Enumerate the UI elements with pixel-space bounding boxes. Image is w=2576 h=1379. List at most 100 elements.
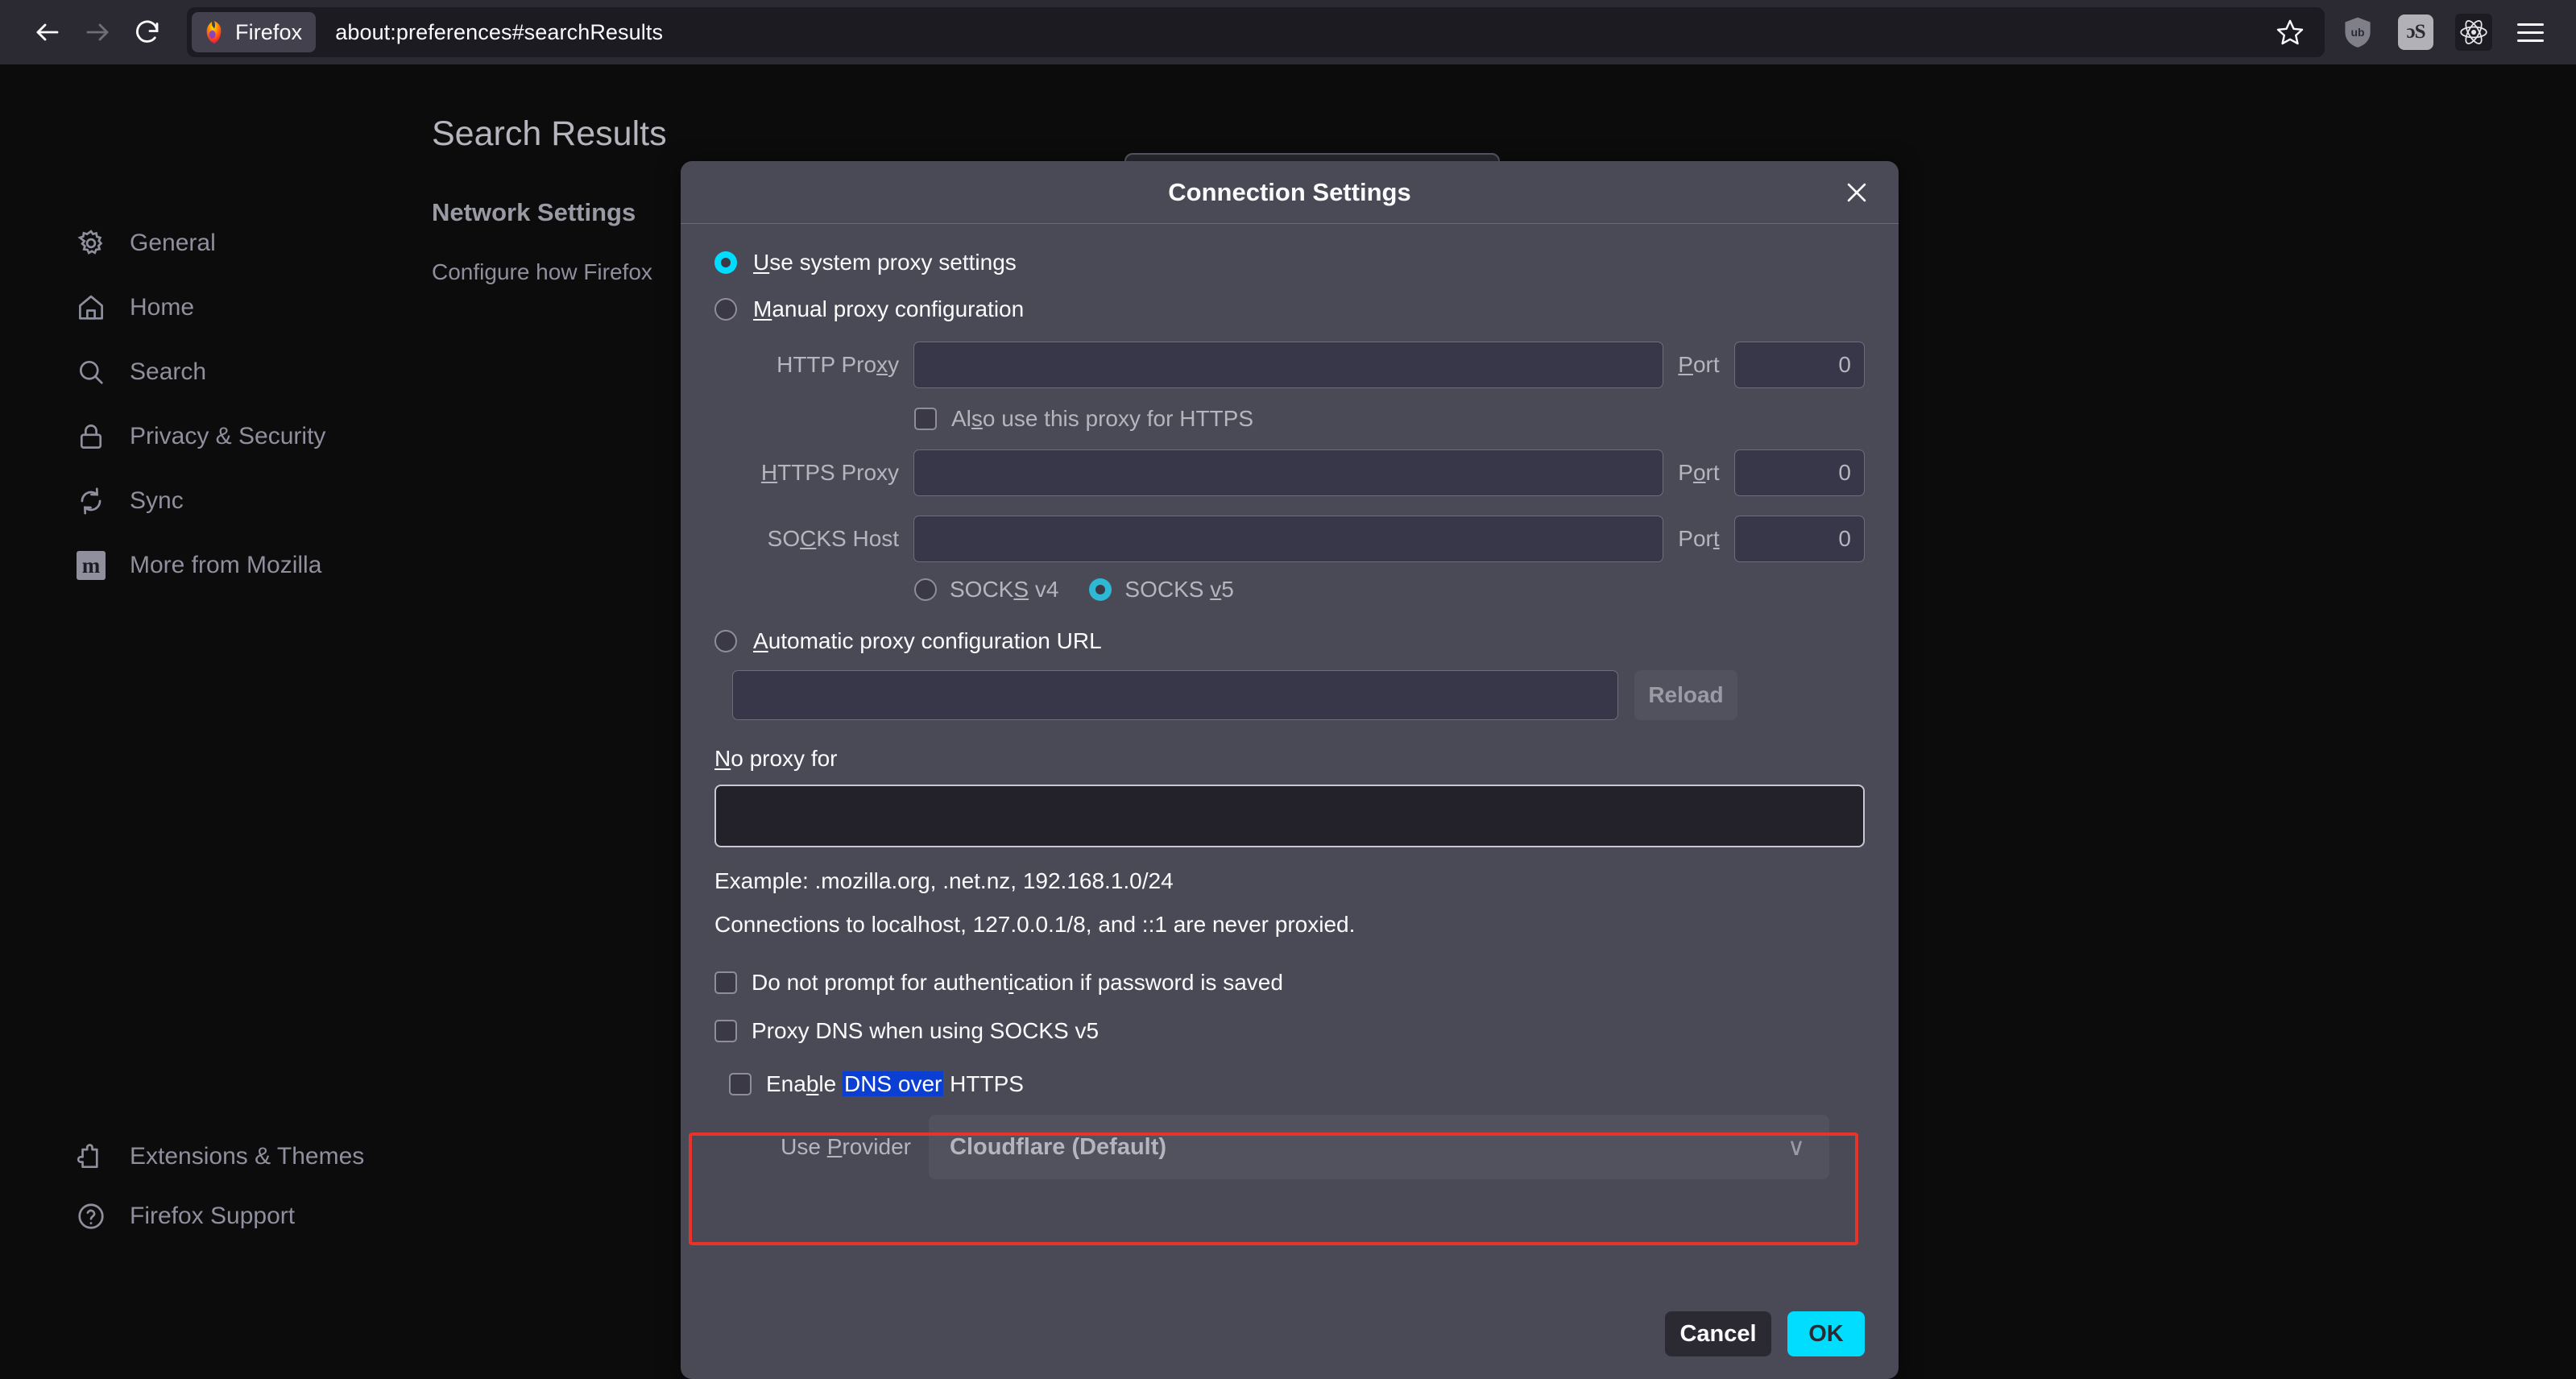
- sidebar-item-label: Firefox Support: [130, 1203, 296, 1229]
- page-title: Search Results: [432, 114, 667, 153]
- socks-port-label: Port: [1678, 526, 1720, 551]
- sidebar-item-more-from-mozilla[interactable]: m More from Mozilla: [0, 541, 419, 590]
- hint-example: Example: .mozilla.org, .net.nz, 192.168.…: [714, 868, 1174, 893]
- checkbox-label-also-https: Also use this proxy for HTTPS: [951, 406, 1254, 431]
- section-heading-network-settings: Network Settings: [432, 198, 636, 226]
- checkbox-row-no-prompt-auth[interactable]: Do not prompt for authentication if pass…: [714, 970, 1865, 996]
- socks-port-input[interactable]: 0: [1733, 516, 1865, 562]
- sidebar-item-label: Privacy & Security: [130, 423, 326, 449]
- sidebar-item-search[interactable]: Search: [0, 348, 419, 396]
- react-atom-icon: [2455, 14, 2492, 51]
- atom-icon: [2460, 20, 2487, 44]
- lock-icon: [74, 420, 108, 453]
- arrow-left-icon: [36, 23, 59, 41]
- bookmark-button[interactable]: [2267, 9, 2313, 56]
- site-chip-label: Firefox: [235, 19, 303, 44]
- preferences-page: General Home Search Privacy & Security S…: [0, 64, 2576, 1379]
- app-menu-button[interactable]: [2507, 9, 2553, 56]
- checkbox-enable-dns-over-https[interactable]: [729, 1073, 752, 1095]
- field-row-http-proxy: HTTP Proxy Port 0: [714, 342, 1865, 388]
- selected-text-dns-over: DNS over: [842, 1071, 944, 1096]
- lastfm-icon: ɔS: [2398, 14, 2433, 50]
- radio-manual-proxy[interactable]: [714, 298, 737, 321]
- home-icon: [74, 291, 108, 325]
- radio-auto-proxy-config-url[interactable]: [714, 630, 737, 652]
- dialog-body: Use system proxy settings Manual proxy c…: [681, 250, 1899, 1179]
- arrow-right-icon: [86, 23, 109, 41]
- back-button[interactable]: [23, 7, 72, 57]
- sidebar-item-label: Extensions & Themes: [130, 1143, 365, 1170]
- field-row-pac-url: Reload: [732, 670, 1865, 720]
- field-row-socks-host: SOCKS Host Port 0: [714, 516, 1865, 562]
- checkbox-label-no-prompt-auth: Do not prompt for authentication if pass…: [752, 970, 1283, 995]
- firefox-logo-icon: [206, 20, 222, 44]
- provider-row: Use Provider Cloudflare (Default) ∨: [714, 1115, 1865, 1179]
- sidebar-item-label: Sync: [130, 487, 184, 514]
- cancel-button[interactable]: Cancel: [1665, 1311, 1771, 1356]
- chevron-down-icon: ∨: [1787, 1133, 1805, 1161]
- hint-localhost: Connections to localhost, 127.0.0.1/8, a…: [714, 912, 1356, 937]
- sync-icon: [74, 484, 108, 518]
- radio-use-system-proxy[interactable]: [714, 251, 737, 274]
- https-port-input[interactable]: 0: [1733, 449, 1865, 496]
- reload-button[interactable]: Reload: [1634, 670, 1737, 720]
- radio-socks-v5[interactable]: [1089, 578, 1112, 601]
- question-circle-icon: [74, 1199, 108, 1233]
- sidebar-item-firefox-support[interactable]: Firefox Support: [0, 1192, 419, 1240]
- http-port-input[interactable]: 0: [1733, 342, 1865, 388]
- checkbox-label-enable-doh: Enable DNS over HTTPS: [766, 1071, 1024, 1096]
- sidebar-item-sync[interactable]: Sync: [0, 477, 419, 525]
- site-identity-chip[interactable]: Firefox: [192, 12, 317, 52]
- reload-button[interactable]: [122, 7, 172, 57]
- sidebar-item-general[interactable]: General: [0, 219, 419, 267]
- no-proxy-textarea[interactable]: [714, 785, 1865, 847]
- ok-button[interactable]: OK: [1787, 1311, 1865, 1356]
- provider-selected-value: Cloudflare (Default): [950, 1133, 1167, 1160]
- sidebar-item-label: More from Mozilla: [130, 552, 322, 578]
- https-proxy-label: HTTPS Proxy: [760, 460, 900, 485]
- checkbox-row-proxy-dns-socks5[interactable]: Proxy DNS when using SOCKS v5: [714, 1018, 1865, 1044]
- http-proxy-input[interactable]: [913, 342, 1664, 388]
- https-proxy-input[interactable]: [913, 449, 1664, 496]
- checkbox-also-use-proxy-https[interactable]: [914, 408, 937, 430]
- radio-row-manual-proxy[interactable]: Manual proxy configuration: [714, 296, 1865, 322]
- sidebar-item-extensions-themes[interactable]: Extensions & Themes: [0, 1133, 419, 1181]
- checkbox-row-enable-doh[interactable]: Enable DNS over HTTPS: [714, 1071, 1865, 1097]
- https-port-label: Port: [1678, 460, 1720, 485]
- sidebar-item-privacy-security[interactable]: Privacy & Security: [0, 412, 419, 461]
- sidebar-item-home[interactable]: Home: [0, 284, 419, 332]
- browser-toolbar: Firefox about:preferences#searchResults …: [0, 0, 2576, 64]
- puzzle-icon: [74, 1140, 108, 1174]
- checkbox-row-also-https[interactable]: Also use this proxy for HTTPS: [914, 406, 1865, 432]
- socks-port-value: 0: [1838, 526, 1851, 551]
- checkbox-no-prompt-auth[interactable]: [714, 971, 737, 994]
- http-proxy-label: HTTP Proxy: [777, 352, 900, 377]
- reload-icon: [136, 20, 159, 43]
- section-description: Configure how Firefox: [432, 259, 652, 284]
- socks-host-label: SOCKS Host: [767, 526, 900, 551]
- sidebar-item-label: Home: [130, 294, 195, 321]
- forward-button[interactable]: [72, 7, 122, 57]
- socks-host-input[interactable]: [913, 516, 1664, 562]
- preferences-sidebar: General Home Search Privacy & Security S…: [0, 64, 419, 1352]
- url-bar[interactable]: Firefox about:preferences#searchResults: [187, 7, 2325, 57]
- provider-select[interactable]: Cloudflare (Default) ∨: [929, 1115, 1829, 1179]
- http-port-label: Port: [1678, 352, 1720, 377]
- extension-react-devtools-button[interactable]: [2450, 9, 2497, 56]
- search-icon: [74, 355, 108, 389]
- radio-row-auto-proxy-url[interactable]: Automatic proxy configuration URL: [714, 628, 1865, 654]
- mozilla-icon: m: [74, 549, 108, 582]
- radio-label-use-system-proxy: Use system proxy settings: [753, 250, 1017, 275]
- provider-label: Use Provider: [781, 1134, 911, 1159]
- extension-ublock-origin-button[interactable]: ub: [2334, 9, 2381, 56]
- close-button[interactable]: [1837, 173, 1876, 212]
- radio-row-use-system-proxy[interactable]: Use system proxy settings: [714, 250, 1865, 275]
- sidebar-item-label: General: [130, 230, 216, 256]
- extension-lastfm-button[interactable]: ɔS: [2392, 9, 2439, 56]
- url-text: about:preferences#searchResults: [335, 19, 664, 44]
- dialog-title: Connection Settings: [1168, 177, 1411, 206]
- checkbox-proxy-dns-socks5[interactable]: [714, 1020, 737, 1042]
- radio-socks-v4[interactable]: [914, 578, 937, 601]
- pac-url-input[interactable]: [732, 670, 1618, 720]
- svg-text:ub: ub: [2350, 26, 2364, 39]
